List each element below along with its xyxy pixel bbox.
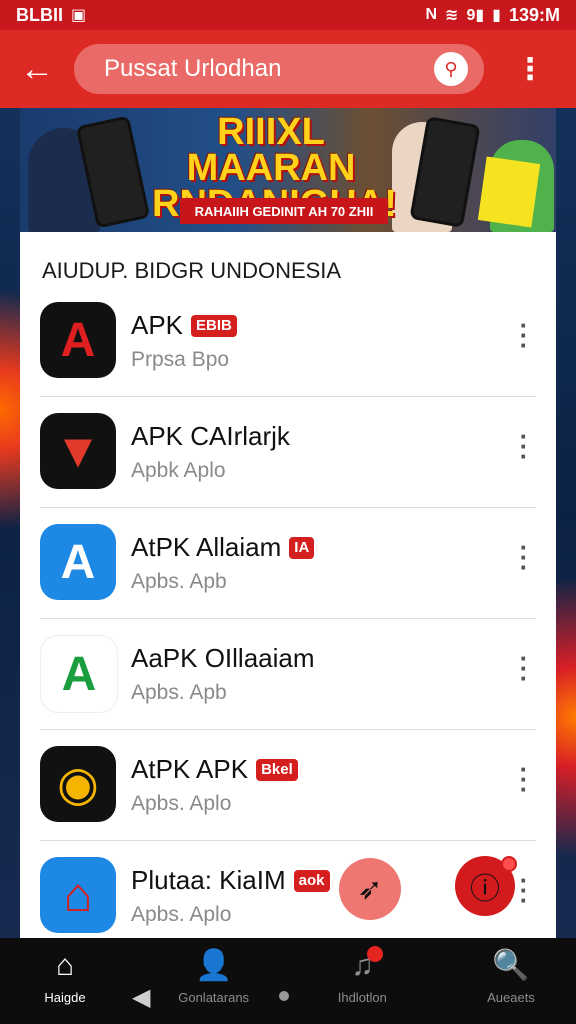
app-list-item[interactable]: A APK EBIB Prpsa Bpo · · · bbox=[20, 286, 556, 397]
app-name: APK CAIrlarjk bbox=[131, 421, 290, 452]
app-name: Plutaa: KiaIM aok bbox=[131, 865, 330, 896]
more-vert-icon[interactable]: · · · bbox=[516, 756, 532, 802]
app-name-text: APK bbox=[131, 310, 184, 340]
more-vert-icon[interactable]: · · · bbox=[516, 312, 532, 358]
search-icon: 🔍 bbox=[492, 949, 530, 982]
status-bar: BLBII ▣ N ≋ 9▮ ▮ 139:M bbox=[0, 0, 576, 30]
bag-icon: ⌂ bbox=[40, 857, 116, 933]
app-subtitle: Apbs. Aplo bbox=[131, 792, 232, 815]
app-subtitle: Apbk Aplo bbox=[131, 459, 226, 482]
a-green-icon: A bbox=[40, 635, 118, 713]
more-vert-icon: ⋮ bbox=[515, 52, 545, 86]
app-badge: Bkel bbox=[256, 758, 298, 781]
app-name-text: AtPK Allaiam bbox=[131, 532, 282, 562]
nav-label: Aueaets bbox=[487, 990, 535, 1005]
app-badge: aok bbox=[293, 869, 330, 892]
nav-item-search[interactable]: 🔍 Aueaets bbox=[446, 948, 576, 1005]
app-name: AaPK OIllaaiam bbox=[131, 643, 315, 674]
alert-fab[interactable]: ⓘ bbox=[455, 856, 517, 916]
system-home-button[interactable] bbox=[279, 991, 289, 1001]
notification-icon: ▣ bbox=[71, 7, 87, 24]
share-fab[interactable]: ➶ bbox=[339, 858, 401, 920]
back-button[interactable]: ← bbox=[0, 52, 74, 86]
carrier-label: BLBII bbox=[16, 4, 63, 25]
app-list-item[interactable]: A AaPK OIllaaiam Apbs. Apb · · · bbox=[20, 619, 556, 730]
system-back-button[interactable]: ◀ bbox=[132, 983, 150, 1012]
a-red-icon: A bbox=[40, 302, 116, 378]
clock: 139:M bbox=[508, 4, 560, 25]
nav-item-person[interactable]: 👤 Gonlatarans bbox=[149, 948, 279, 1005]
overflow-menu-button[interactable]: ⋮ bbox=[484, 52, 576, 87]
promo-banner[interactable]: RIIIXL MAARAN RNDANIGHA! RAHAIIH GEDINIT… bbox=[20, 108, 556, 232]
app-name: AtPK Allaiam IA bbox=[131, 532, 315, 563]
notification-badge bbox=[367, 946, 384, 962]
banner-book-image bbox=[477, 156, 541, 228]
chrome-icon: ◉ bbox=[40, 746, 116, 822]
app-name-text: APK CAIrlarjk bbox=[131, 421, 290, 451]
app-name: AtPK APK Bkel bbox=[131, 754, 298, 785]
search-query: Pussat Urlodhan bbox=[104, 55, 282, 82]
wifi-icon: ≋ bbox=[445, 7, 459, 24]
person-icon: 👤 bbox=[194, 949, 233, 982]
a-blue-icon: A bbox=[40, 524, 116, 600]
app-subtitle: Prpsa Bpo bbox=[131, 348, 230, 371]
nav-label: Haigde bbox=[44, 990, 86, 1005]
notification-dot bbox=[501, 856, 517, 872]
alert-icon: ⓘ bbox=[470, 873, 500, 906]
home-icon: ⌂ bbox=[55, 949, 75, 982]
app-list-item[interactable]: ▼ APK CAIrlarjk Apbk Aplo · · · bbox=[20, 397, 556, 508]
more-vert-icon[interactable]: · · · bbox=[516, 645, 532, 691]
more-vert-icon[interactable]: · · · bbox=[516, 534, 532, 580]
nav-label: Gonlatarans bbox=[178, 990, 250, 1005]
banner-subline: RAHAIIH GEDINIT AH 70 ZHII bbox=[180, 198, 388, 224]
more-vert-icon[interactable]: · · · bbox=[516, 867, 532, 913]
search-icon[interactable]: ⚲ bbox=[434, 52, 468, 86]
battery-icon: ▮ bbox=[492, 7, 501, 24]
app-name-text: AtPK APK bbox=[131, 754, 249, 784]
app-bar: ← Pussat Urlodhan ⚲ ⋮ bbox=[0, 30, 576, 108]
arrow-left-icon: ← bbox=[20, 50, 54, 88]
app-subtitle: Apbs. Apb bbox=[131, 570, 227, 593]
app-name-text: Plutaa: KiaIM bbox=[131, 865, 286, 895]
envelope-fox-icon: ▼ bbox=[40, 413, 116, 489]
app-badge: EBIB bbox=[191, 314, 237, 337]
app-badge: IA bbox=[289, 536, 315, 559]
nav-label: Ihdlotlon bbox=[337, 990, 387, 1005]
send-icon: ➶ bbox=[357, 872, 383, 906]
app-subtitle: Apbs. Apb bbox=[131, 681, 227, 704]
nav-item-home[interactable]: ⌂ Haigde bbox=[0, 948, 130, 1005]
signal-icon: 9▮ bbox=[466, 7, 485, 24]
nav-item-music-note[interactable]: ♫ Ihdlotlon bbox=[297, 946, 427, 1005]
app-name-text: AaPK OIllaaiam bbox=[131, 643, 315, 673]
app-name: APK EBIB bbox=[131, 310, 237, 341]
more-vert-icon[interactable]: · · · bbox=[516, 423, 532, 469]
search-bar[interactable]: Pussat Urlodhan ⚲ bbox=[74, 44, 484, 94]
app-list-item[interactable]: ◉ AtPK APK Bkel Apbs. Aplo · · · bbox=[20, 730, 556, 841]
nfc-icon: N bbox=[425, 6, 438, 23]
section-title: AIUDUP. BIDGR UNDONESIA bbox=[42, 258, 342, 283]
app-subtitle: Apbs. Aplo bbox=[131, 903, 232, 926]
app-list-item[interactable]: A AtPK Allaiam IA Apbs. Apb · · · bbox=[20, 508, 556, 619]
bottom-nav: ⌂ Haigde 👤 Gonlatarans ♫ Ihdlotlon 🔍 Aueaets bbox=[0, 938, 576, 1024]
app-list: AIUDUP. BIDGR UNDONESIA A APK EBIB Prpsa Bp… bbox=[20, 232, 556, 938]
